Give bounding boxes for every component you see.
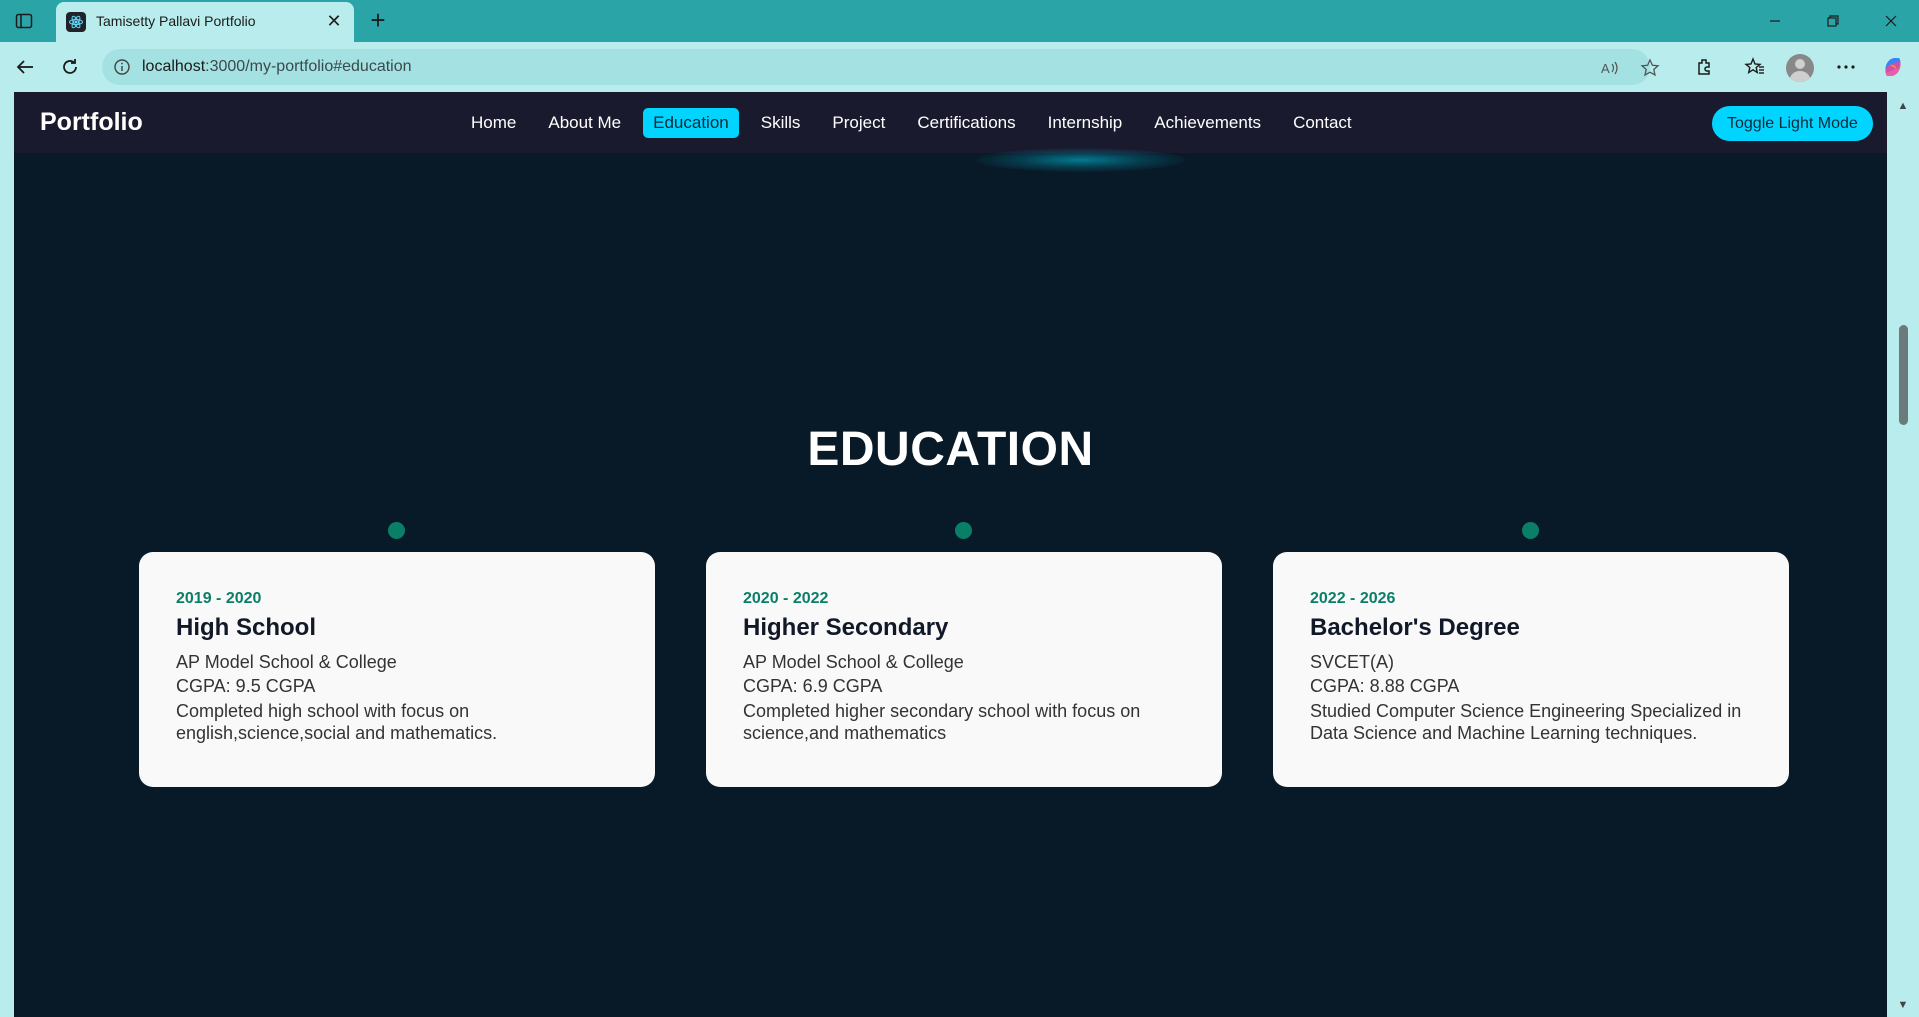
react-icon xyxy=(66,12,86,32)
extensions-icon[interactable] xyxy=(1690,52,1720,82)
nav-achievements[interactable]: Achievements xyxy=(1144,108,1271,138)
browser-tab[interactable]: Tamisetty Pallavi Portfolio ✕ xyxy=(56,2,354,42)
more-options-icon[interactable] xyxy=(1831,52,1861,82)
minimize-icon[interactable] xyxy=(1760,8,1790,34)
card-score: CGPA: 9.5 CGPA xyxy=(176,676,316,696)
card-description: Completed higher secondary school with f… xyxy=(743,701,1141,743)
card-score: CGPA: 6.9 CGPA xyxy=(743,676,883,696)
window-border xyxy=(0,92,14,1017)
education-card: 2020 - 2022 Higher Secondary AP Model Sc… xyxy=(706,552,1222,787)
nav-internship[interactable]: Internship xyxy=(1038,108,1133,138)
nav-about-me[interactable]: About Me xyxy=(538,108,631,138)
section-title: EDUCATION xyxy=(807,423,1094,476)
url-path: :3000/my-portfolio#education xyxy=(205,58,412,75)
scroll-down-arrow-icon[interactable]: ▼ xyxy=(1896,999,1910,1013)
card-description: Studied Computer Science Engineering Spe… xyxy=(1310,701,1742,743)
education-card: 2019 - 2020 High School AP Model School … xyxy=(139,552,655,787)
url-text[interactable]: localhost:3000/my-portfolio#education xyxy=(142,58,412,76)
refresh-icon[interactable] xyxy=(55,52,85,82)
decorative-glow xyxy=(976,148,1186,172)
browser-window: Tamisetty Pallavi Portfolio ✕ + localhos… xyxy=(0,0,1919,1017)
card-description: Completed high school with focus on engl… xyxy=(176,701,498,743)
timeline-dot xyxy=(955,522,972,539)
scroll-up-arrow-icon[interactable]: ▲ xyxy=(1896,100,1910,114)
scrollbar-thumb[interactable] xyxy=(1899,325,1908,425)
timeline-dot xyxy=(388,522,405,539)
education-card: 2022 - 2026 Bachelor's Degree SVCET(A) C… xyxy=(1273,552,1789,787)
card-institution: AP Model School & College xyxy=(743,652,964,672)
card-degree: High School xyxy=(176,614,316,641)
site-navbar: Portfolio Home About Me Education Skills… xyxy=(14,92,1887,153)
card-degree: Bachelor's Degree xyxy=(1310,614,1520,641)
profile-avatar-icon[interactable] xyxy=(1786,54,1814,82)
sidebar-toggle-icon[interactable] xyxy=(12,9,36,33)
card-institution: AP Model School & College xyxy=(176,652,397,672)
page-viewport: Portfolio Home About Me Education Skills… xyxy=(14,92,1887,1017)
favorite-star-icon[interactable] xyxy=(1638,56,1662,80)
card-institution: SVCET(A) xyxy=(1310,652,1395,672)
favorites-icon[interactable] xyxy=(1740,52,1770,82)
card-years: 2020 - 2022 xyxy=(743,590,829,607)
nav-skills[interactable]: Skills xyxy=(751,108,811,138)
vertical-scrollbar[interactable]: ▲ ▼ xyxy=(1887,92,1919,1017)
address-bar[interactable]: localhost:3000/my-portfolio#education A xyxy=(102,49,1660,85)
copilot-icon[interactable] xyxy=(1878,52,1908,82)
tab-title: Tamisetty Pallavi Portfolio xyxy=(96,13,256,29)
url-host: localhost xyxy=(142,58,206,75)
card-score: CGPA: 8.88 CGPA xyxy=(1310,676,1460,696)
svg-text:A: A xyxy=(1601,61,1610,76)
read-aloud-icon[interactable]: A xyxy=(1598,56,1622,80)
card-degree: Higher Secondary xyxy=(743,614,949,641)
card-years: 2019 - 2020 xyxy=(176,590,262,607)
nav-links: Home About Me Education Skills Project C… xyxy=(461,108,1374,138)
restore-icon[interactable] xyxy=(1818,8,1848,34)
nav-contact[interactable]: Contact xyxy=(1283,108,1362,138)
site-brand[interactable]: Portfolio xyxy=(40,108,143,137)
tab-bar: Tamisetty Pallavi Portfolio ✕ + xyxy=(0,0,1919,42)
nav-certifications[interactable]: Certifications xyxy=(907,108,1025,138)
address-row: localhost:3000/my-portfolio#education A xyxy=(0,42,1919,92)
nav-education[interactable]: Education xyxy=(643,108,739,138)
info-icon[interactable] xyxy=(112,57,132,77)
timeline-dot xyxy=(1522,522,1539,539)
back-arrow-icon[interactable] xyxy=(10,52,40,82)
card-years: 2022 - 2026 xyxy=(1310,590,1396,607)
new-tab-button[interactable]: + xyxy=(364,7,392,35)
close-tab-icon[interactable]: ✕ xyxy=(324,11,344,31)
nav-project[interactable]: Project xyxy=(822,108,895,138)
nav-home[interactable]: Home xyxy=(461,108,526,138)
toggle-light-mode-button[interactable]: Toggle Light Mode xyxy=(1712,106,1873,141)
close-window-icon[interactable] xyxy=(1876,8,1906,34)
